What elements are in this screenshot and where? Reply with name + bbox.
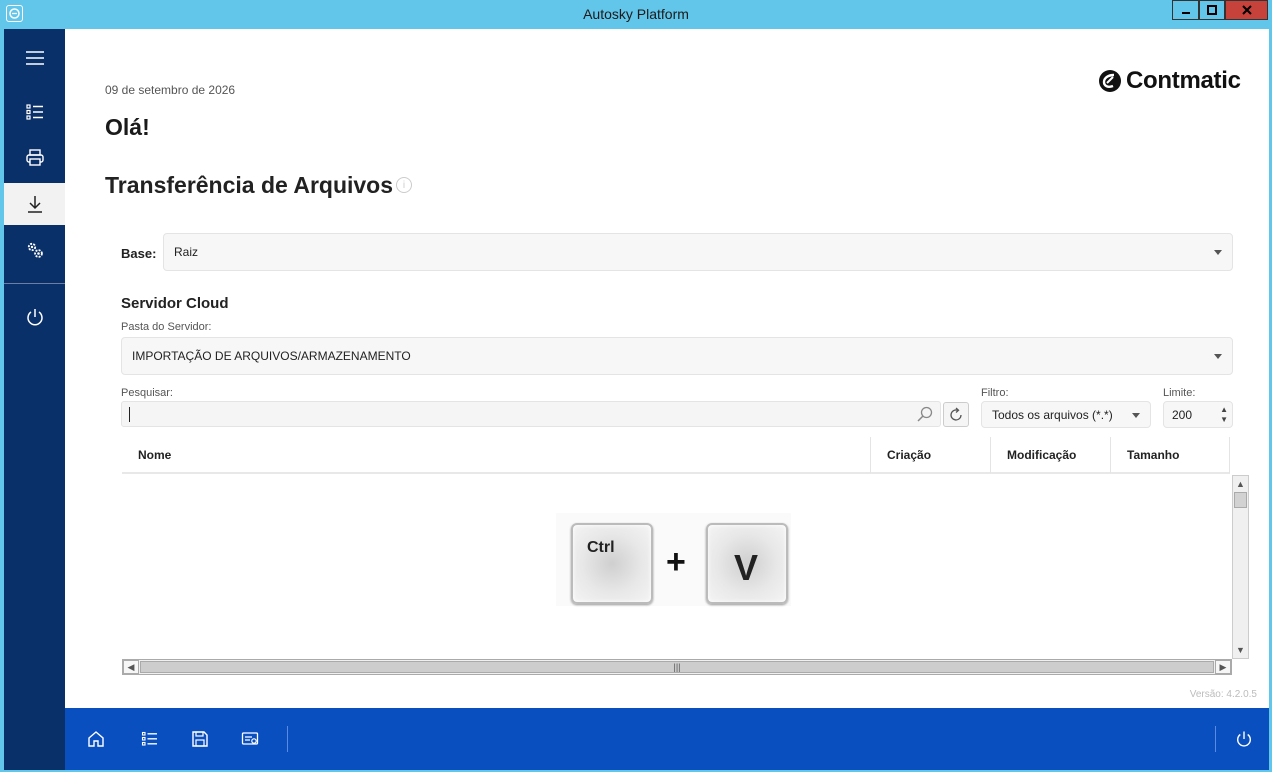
base-select-value: Raiz (174, 245, 199, 259)
info-icon[interactable]: i (396, 177, 412, 193)
sidebar (4, 29, 65, 770)
contmatic-logo-icon (1099, 70, 1121, 92)
sidebar-item-print[interactable] (4, 137, 65, 179)
ctrl-key: Ctrl (571, 523, 653, 604)
sidebar-menu-button[interactable] (4, 37, 65, 79)
table-header: Nome Criação Modificação Tamanho (122, 437, 1230, 474)
filter-label: Filtro: (981, 387, 1009, 399)
minimize-icon (1181, 12, 1190, 14)
certificate-button[interactable] (239, 728, 261, 750)
scroll-right-icon[interactable]: ▶ (1215, 660, 1231, 674)
scroll-thumb[interactable] (1234, 492, 1247, 508)
scroll-down-icon[interactable]: ▼ (1233, 642, 1248, 658)
power-button[interactable] (1233, 728, 1255, 750)
limit-value: 200 (1172, 407, 1193, 422)
column-header-tamanho[interactable]: Tamanho (1111, 437, 1230, 473)
brand-logo: Contmatic (1098, 67, 1241, 95)
search-input[interactable] (122, 402, 902, 426)
base-label: Base: (121, 246, 157, 261)
folder-label: Pasta do Servidor: (121, 321, 212, 333)
close-button[interactable] (1225, 0, 1268, 20)
logo-text: Contmatic (1126, 67, 1241, 94)
filter-select-value: Todos os arquivos (*.*) (992, 407, 1113, 422)
cloud-server-title: Servidor Cloud (121, 295, 229, 312)
bottom-toolbar (65, 708, 1269, 770)
search-field[interactable] (121, 401, 941, 427)
vertical-scrollbar[interactable]: ▲ ▼ (1232, 475, 1249, 659)
base-select[interactable]: Raiz (163, 233, 1233, 271)
list-icon (141, 731, 157, 746)
decrement-icon[interactable]: ▼ (1220, 416, 1228, 424)
main-content: 09 de setembro de 2026 Olá! Contmatic Tr… (65, 29, 1269, 708)
folder-select[interactable]: IMPORTAÇÃO DE ARQUIVOS/ARMAZENAMENTO (121, 337, 1233, 375)
folder-select-value: IMPORTAÇÃO DE ARQUIVOS/ARMAZENAMENTO (132, 349, 411, 363)
chevron-down-icon (1132, 412, 1140, 418)
save-button[interactable] (189, 728, 211, 750)
sidebar-item-transfer[interactable] (4, 183, 65, 225)
scroll-left-icon[interactable]: ◀ (123, 660, 139, 674)
power-icon (1237, 731, 1251, 747)
horizontal-scrollbar[interactable]: ◀ ||| ▶ (122, 659, 1232, 675)
chevron-down-icon (1214, 354, 1222, 359)
version-label: Versão: 4.2.0.5 (1189, 689, 1257, 700)
v-key-label: V (734, 547, 759, 588)
plus-sign: + (666, 543, 686, 581)
settings-icon (27, 242, 43, 258)
sidebar-item-list[interactable] (4, 91, 65, 133)
column-header-modificacao[interactable]: Modificação (991, 437, 1111, 473)
ctrl-key-label: Ctrl (587, 539, 615, 556)
list-icon (25, 104, 43, 120)
sidebar-divider (4, 283, 65, 284)
search-label: Pesquisar: (121, 387, 173, 399)
title-bar: Autosky Platform (0, 0, 1272, 28)
text-cursor (129, 407, 130, 422)
window-title: Autosky Platform (583, 6, 689, 22)
certificate-icon (241, 732, 259, 745)
toolbar-divider (287, 726, 288, 752)
list-button[interactable] (139, 728, 161, 750)
search-icon[interactable] (916, 405, 934, 423)
current-date: 09 de setembro de 2026 (105, 83, 236, 97)
menu-icon (25, 51, 44, 65)
greeting: Olá! (105, 114, 150, 140)
minimize-button[interactable] (1172, 0, 1199, 20)
refresh-icon (950, 407, 962, 421)
column-header-criacao[interactable]: Criação (871, 437, 991, 473)
printer-icon (25, 149, 44, 166)
limit-stepper[interactable]: 200 ▲ ▼ (1163, 401, 1233, 428)
sidebar-item-power[interactable] (4, 296, 65, 338)
maximize-icon (1207, 5, 1217, 15)
maximize-button[interactable] (1199, 0, 1225, 20)
refresh-button[interactable] (943, 402, 969, 427)
column-header-nome[interactable]: Nome (122, 437, 871, 473)
increment-icon[interactable]: ▲ (1220, 406, 1228, 414)
home-icon (88, 731, 104, 747)
sidebar-item-settings[interactable] (4, 229, 65, 271)
home-button[interactable] (85, 728, 107, 750)
filter-select[interactable]: Todos os arquivos (*.*) (981, 401, 1151, 428)
v-key: V (706, 523, 788, 604)
close-icon (1241, 5, 1252, 15)
ctrl-v-image: Ctrl + V (556, 513, 791, 606)
limit-label: Limite: (1163, 387, 1196, 399)
download-icon (27, 196, 42, 213)
power-icon (26, 309, 43, 326)
chevron-down-icon (1214, 250, 1222, 255)
toolbar-divider (1215, 726, 1216, 752)
save-icon (192, 731, 208, 747)
scroll-up-icon[interactable]: ▲ (1233, 476, 1248, 492)
scroll-thumb[interactable]: ||| (140, 661, 1214, 673)
page-title: Transferência de Arquivos (105, 172, 394, 198)
